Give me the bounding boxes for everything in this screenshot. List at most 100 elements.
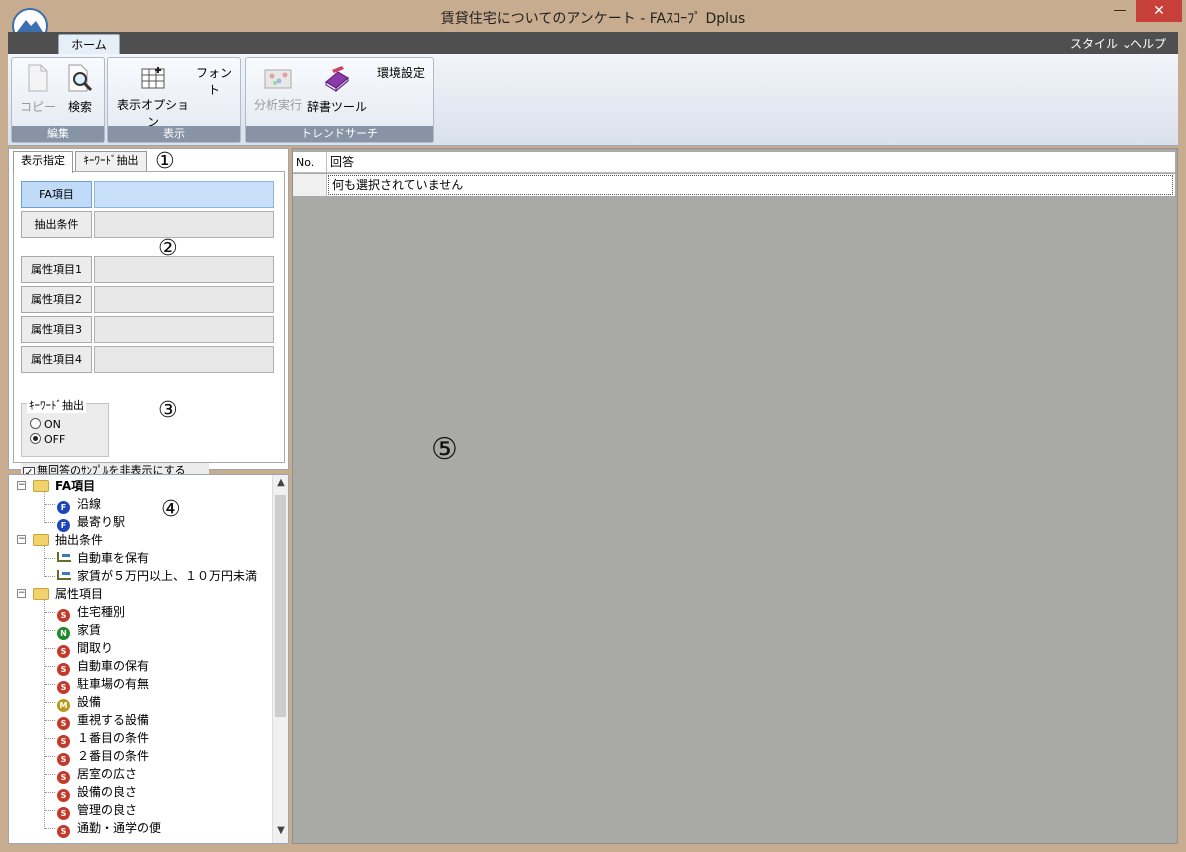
minimize-button[interactable]: — (1105, 0, 1135, 22)
tab-keyword-extract[interactable]: ｷｰﾜｰﾄﾞ抽出 (75, 151, 147, 171)
attribute-item-4-value[interactable] (94, 346, 274, 373)
grid-header: No. 回答 (293, 152, 1175, 173)
attribute-item-3-value[interactable] (94, 316, 274, 343)
tree-item-node[interactable]: 家賃が５万円以上、１０万円未満 (45, 567, 257, 585)
extract-condition-value[interactable] (94, 211, 274, 238)
tree-connector (45, 828, 55, 829)
tab-home[interactable]: ホーム (58, 34, 120, 55)
tree-connector (44, 545, 45, 577)
style-menu[interactable]: スタイル ⌄ (1070, 35, 1132, 52)
font-button[interactable]: フォント (192, 64, 236, 98)
keyword-extract-group: ｷｰﾜｰﾄﾞ抽出 ON OFF (21, 397, 109, 457)
tree-item-node[interactable]: S １番目の条件 (45, 729, 150, 748)
empty-message-cell[interactable]: 何も選択されていません (328, 175, 1173, 195)
tree-node-label: 設備の良さ (77, 785, 138, 799)
extract-condition-label[interactable]: 抽出条件 (21, 211, 92, 238)
tree-node-label: 自動車の保有 (77, 659, 150, 673)
tree-connector (45, 630, 55, 631)
table-row[interactable]: 何も選択されていません (293, 174, 1175, 196)
attribute-item-1-label[interactable]: 属性項目1 (21, 256, 92, 283)
display-options-label: 表示オプション (116, 98, 189, 129)
tree-node-label: 家賃 (77, 623, 102, 637)
keyword-extract-legend: ｷｰﾜｰﾄﾞ抽出 (27, 397, 86, 413)
tree-connector (45, 756, 55, 757)
attribute-item-2-value[interactable] (94, 286, 274, 313)
callout-5: ⑤ (431, 432, 458, 467)
scroll-thumb[interactable] (275, 495, 286, 717)
tree-item-node[interactable]: N 家賃 (45, 621, 102, 640)
tree-connector (45, 558, 55, 559)
group-label-view: 表示 (108, 126, 240, 142)
tree-connector (45, 738, 55, 739)
row-header[interactable] (293, 174, 327, 196)
radio-off-indicator (30, 433, 41, 444)
tree-node-label: 重視する設備 (77, 713, 150, 727)
display-options-button[interactable]: 表示オプション (112, 66, 194, 130)
scroll-down-icon[interactable]: ▼ (273, 825, 288, 841)
callout-4: ④ (161, 497, 181, 522)
folder-icon (33, 588, 49, 600)
column-header-no[interactable]: No. (293, 152, 327, 173)
tree-item-node[interactable]: 自動車を保有 (45, 549, 149, 567)
answer-grid-pane: No. 回答 何も選択されていません ⑤ (292, 148, 1178, 844)
keyword-on-radio[interactable]: ON (30, 418, 61, 431)
condition-icon (57, 552, 71, 562)
tree-item-node[interactable]: S 管理の良さ (45, 801, 138, 820)
tree-item-node[interactable]: S 居室の広さ (45, 765, 138, 784)
tree-item-node[interactable]: S 通勤・通学の便 (45, 819, 161, 838)
tree-node-label: 最寄り駅 (77, 515, 126, 529)
group-label-trend-search: トレンドサーチ (246, 126, 433, 142)
tree-node-label: 居室の広さ (77, 767, 138, 781)
scroll-up-icon[interactable]: ▲ (273, 477, 288, 493)
fa-item-label[interactable]: FA項目 (21, 181, 92, 208)
search-icon (60, 64, 100, 95)
fa-item-value[interactable] (94, 181, 274, 208)
item-tree[interactable]: − FA項目 F 沿線 F 最寄り駅 − 抽出条件自動車を保有 家賃が５万円以上、１０万円未満 −… (8, 474, 289, 844)
analyze-button[interactable]: 分析実行 (250, 68, 306, 113)
tree-node-label: 抽出条件 (55, 533, 104, 547)
tree-scrollbar[interactable]: ▲ ▼ (272, 475, 288, 843)
attribute-item-2-label[interactable]: 属性項目2 (21, 286, 92, 313)
tree-item-node[interactable]: S 住宅種別 (45, 603, 126, 622)
keyword-off-radio[interactable]: OFF (30, 433, 65, 446)
tree-item-node[interactable]: S ２番目の条件 (45, 747, 149, 766)
tab-display-spec[interactable]: 表示指定 (13, 151, 73, 173)
title-bar: 賃貸住宅についてのアンケート - FAｽｺｰﾌﾟ Dplus — □ ✕ (0, 0, 1186, 44)
tree-item-node[interactable]: F 最寄り駅 (45, 513, 126, 532)
tree-node-label: 住宅種別 (77, 605, 126, 619)
ribbon-group-view: 表示オプション フォント 表示 (107, 57, 241, 143)
ribbon-tabstrip: ホーム スタイル ⌄ ヘルプ ⌄ (8, 32, 1178, 66)
tree-connector (45, 666, 55, 667)
collapse-icon[interactable]: − (17, 535, 26, 544)
tree-connector (45, 774, 55, 775)
folder-icon (33, 534, 49, 546)
group-label-edit: 編集 (12, 126, 104, 142)
tree-connector (45, 684, 55, 685)
close-button[interactable]: ✕ (1136, 0, 1182, 22)
tree-node-label: 管理の良さ (77, 803, 138, 817)
tree-item-node[interactable]: M 設備 (45, 693, 101, 712)
attribute-item-3-label[interactable]: 属性項目3 (21, 316, 92, 343)
search-button[interactable]: 検索 (60, 64, 100, 115)
tree-item-node[interactable]: S 設備の良さ (45, 783, 138, 802)
tree-item-node[interactable]: S 自動車の保有 (45, 657, 150, 676)
tree-item-node[interactable]: S 駐車場の有無 (45, 675, 149, 694)
table-icon (112, 66, 194, 93)
attribute-item-1-value[interactable] (94, 256, 274, 283)
display-settings-pane: 表示指定 ｷｰﾜｰﾄﾞ抽出 ① FA項目 抽出条件 ② 属性項目1 属性項目2 … (8, 148, 289, 479)
dictionary-tool-button[interactable]: 辞書ツール (306, 66, 368, 115)
tree-item-node[interactable]: S 間取り (45, 639, 113, 658)
tree-folder-node[interactable]: − FA項目 (17, 477, 96, 495)
tree-item-node[interactable]: F 沿線 (45, 495, 102, 514)
tree-node-label: 沿線 (77, 497, 102, 511)
search-button-label: 検索 (67, 100, 92, 114)
attribute-item-4-label[interactable]: 属性項目4 (21, 346, 92, 373)
collapse-icon[interactable]: − (17, 481, 26, 490)
column-header-answer[interactable]: 回答 (327, 152, 727, 173)
tree-item-node[interactable]: S 重視する設備 (45, 711, 150, 730)
tree-node-label: FA項目 (55, 479, 96, 493)
tree-node-label: １番目の条件 (77, 731, 150, 745)
collapse-icon[interactable]: − (17, 589, 26, 598)
settings-button[interactable]: 環境設定 (372, 64, 430, 81)
copy-button[interactable]: コピー (18, 64, 58, 115)
